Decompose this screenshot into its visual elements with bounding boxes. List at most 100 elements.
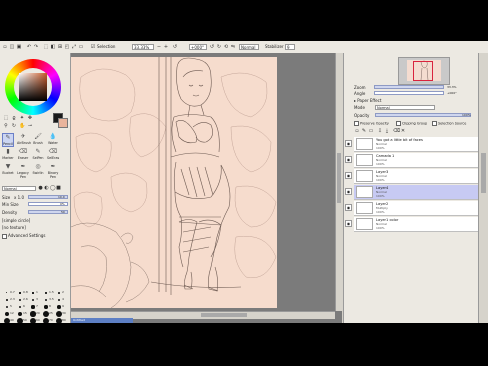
zoom-in-icon[interactable]: + <box>163 44 169 50</box>
tool-marker-button[interactable]: ▮ Marker <box>2 148 14 162</box>
brush-size-preset[interactable] <box>30 311 36 317</box>
layer-row[interactable]: ◉ Layer4 Normal 100% <box>345 185 478 200</box>
saturation-value-square[interactable] <box>19 73 47 101</box>
redo-icon[interactable]: ↷ <box>33 44 39 50</box>
tool-bucket-button[interactable]: ▼ Bucket <box>2 163 14 177</box>
canvas-vertical-scrollbar[interactable] <box>335 53 343 311</box>
layer-row[interactable]: ◉ Layer2 Multiply 100% <box>345 201 478 216</box>
brush-shape-icon-3[interactable]: ◯ <box>50 185 56 191</box>
save-icon[interactable]: ▣ <box>16 44 22 50</box>
brush-size-preset[interactable] <box>44 305 48 309</box>
undo-icon[interactable]: ↶ <box>26 44 32 50</box>
brush-size-preset[interactable] <box>17 311 23 317</box>
brush-size-preset[interactable] <box>44 298 48 302</box>
brush-size-preset[interactable] <box>6 292 8 294</box>
brush-size-preset[interactable] <box>58 292 60 294</box>
brush-size-preset[interactable] <box>4 311 10 317</box>
selection-source-option[interactable]: Selection Source <box>432 121 466 126</box>
rotate-tool-icon[interactable]: ↻ <box>11 123 17 129</box>
brush-size-preset[interactable] <box>45 292 47 294</box>
zoom-out-icon[interactable]: − <box>156 44 162 50</box>
tool-eraser-button[interactable]: ⌫ Eraser <box>17 148 29 162</box>
brush-size-preset[interactable] <box>31 298 35 302</box>
secondary-color-swatch[interactable] <box>58 118 68 128</box>
merge-down-icon[interactable]: ⤓ <box>384 128 390 134</box>
selection-source-checkbox[interactable] <box>432 121 437 126</box>
transfer-down-icon[interactable]: ⇩ <box>377 128 383 134</box>
tool-water-button[interactable]: 💧 Water <box>47 133 59 147</box>
blend-mode-select[interactable]: Normal <box>239 44 259 50</box>
deselect-icon[interactable]: ⬚ <box>43 44 49 50</box>
tool-legacy-pen-button[interactable]: ✒ Legacy Pen <box>17 163 29 179</box>
transform-icon[interactable]: ⤢ <box>71 44 77 50</box>
brush-shape-select[interactable]: [simple circle] <box>2 218 30 223</box>
new-folder-icon[interactable]: ▭ <box>368 128 374 134</box>
visibility-eye-icon[interactable]: ◉ <box>345 188 352 195</box>
advanced-settings-checkbox[interactable] <box>2 233 7 239</box>
layer-mode-select[interactable]: Normal <box>375 105 435 110</box>
tool-seleras-button[interactable]: ⌫ SelEras <box>47 148 59 162</box>
delete-layer-icon[interactable]: ✕ <box>400 128 406 134</box>
preserve-opacity-checkbox[interactable] <box>354 121 359 126</box>
brush-size-preset[interactable] <box>19 299 21 301</box>
navigator-view-frame[interactable] <box>413 61 433 81</box>
new-linework-layer-icon[interactable]: ✎ <box>361 128 367 134</box>
brush-size-preset[interactable] <box>57 305 61 309</box>
brush-shape-icon-2[interactable]: ◐ <box>44 185 49 191</box>
move-tool-icon[interactable]: ✥ <box>27 115 33 121</box>
preserve-opacity-option[interactable]: Preserve Opacity <box>354 121 389 126</box>
brush-size-preset[interactable] <box>31 305 35 309</box>
rotate-left-icon[interactable]: ↺ <box>209 44 215 50</box>
drawing-canvas[interactable] <box>71 57 277 308</box>
layer-row[interactable]: ◉ Camada 1 Normal 100% <box>345 153 478 168</box>
brush-size-preset[interactable] <box>5 305 9 309</box>
document-tab[interactable]: Untitled <box>71 318 133 323</box>
clipping-group-option[interactable]: Clipping Group <box>396 121 427 126</box>
tool-airbrush-button[interactable]: ✈ AirBrush <box>17 133 31 147</box>
visibility-eye-icon[interactable]: ◉ <box>345 204 352 211</box>
select-layer-icon[interactable]: ◰ <box>64 44 70 50</box>
brush-size-preset[interactable] <box>32 292 34 294</box>
clipping-group-checkbox[interactable] <box>396 121 401 126</box>
magic-wand-icon[interactable]: ✦ <box>19 115 25 121</box>
eyedropper-icon[interactable]: ⊸ <box>27 123 33 129</box>
brush-blend-select[interactable]: Normal <box>2 186 36 191</box>
visibility-eye-icon[interactable]: ◉ <box>345 172 352 179</box>
navigator-preview[interactable] <box>398 57 450 85</box>
size-multiplier[interactable]: x 1.0 <box>14 195 24 200</box>
texture-select[interactable]: [no texture] <box>2 225 26 230</box>
select-tool-icon[interactable]: ⬚ <box>3 115 9 121</box>
layer-scroll-thumb[interactable] <box>481 153 486 193</box>
nav-angle-slider[interactable] <box>374 91 444 95</box>
layer-row[interactable]: ◉ Layer3 Normal 100% <box>345 169 478 184</box>
show-selection-icon[interactable]: ▭ <box>78 44 84 50</box>
flip-icon[interactable]: ⇋ <box>230 44 236 50</box>
layer-row[interactable]: ◉ You got a little bit of faces Normal 100% <box>345 137 478 152</box>
brush-shape-icon-1[interactable]: ● <box>38 185 43 191</box>
lasso-tool-icon[interactable]: ϱ <box>11 115 17 121</box>
nav-zoom-slider[interactable] <box>374 85 444 89</box>
brush-size-preset[interactable] <box>18 305 22 309</box>
tool-binary-pen-button[interactable]: ✒ Binary Pen <box>47 163 59 179</box>
tool-selpen-button[interactable]: ✎ SelPen <box>32 148 44 162</box>
rotation-input[interactable]: +000° <box>189 44 207 50</box>
advanced-settings-toggle[interactable]: Advanced Settings <box>2 233 45 239</box>
clear-layer-icon[interactable]: ⌫ <box>393 128 400 134</box>
select-all-icon[interactable]: ⊞ <box>57 44 63 50</box>
layer-opacity-slider[interactable] <box>375 113 471 117</box>
visibility-eye-icon[interactable]: ◉ <box>345 156 352 163</box>
tool-swirlin-button[interactable]: ◎ SwirlIn <box>32 163 44 177</box>
tool-pencil-button[interactable]: ✎ Pencil <box>2 133 14 147</box>
brush-shape-icon-4[interactable]: ■ <box>56 185 61 191</box>
new-file-icon[interactable]: ▫ <box>2 44 8 50</box>
open-icon[interactable]: ◫ <box>9 44 15 50</box>
vertical-scroll-thumb[interactable] <box>337 153 341 203</box>
stabilizer-select[interactable]: 9 <box>285 44 295 50</box>
horizontal-scroll-thumb[interactable] <box>201 313 247 317</box>
zoom-reset-icon[interactable]: ↺ <box>172 44 178 50</box>
visibility-eye-icon[interactable]: ◉ <box>345 220 352 227</box>
tool-brush-button[interactable]: 🖌 Brush <box>32 133 44 147</box>
brush-size-preset[interactable] <box>57 298 61 302</box>
rotate-right-icon[interactable]: ↻ <box>216 44 222 50</box>
brush-size-preset[interactable] <box>19 292 21 294</box>
